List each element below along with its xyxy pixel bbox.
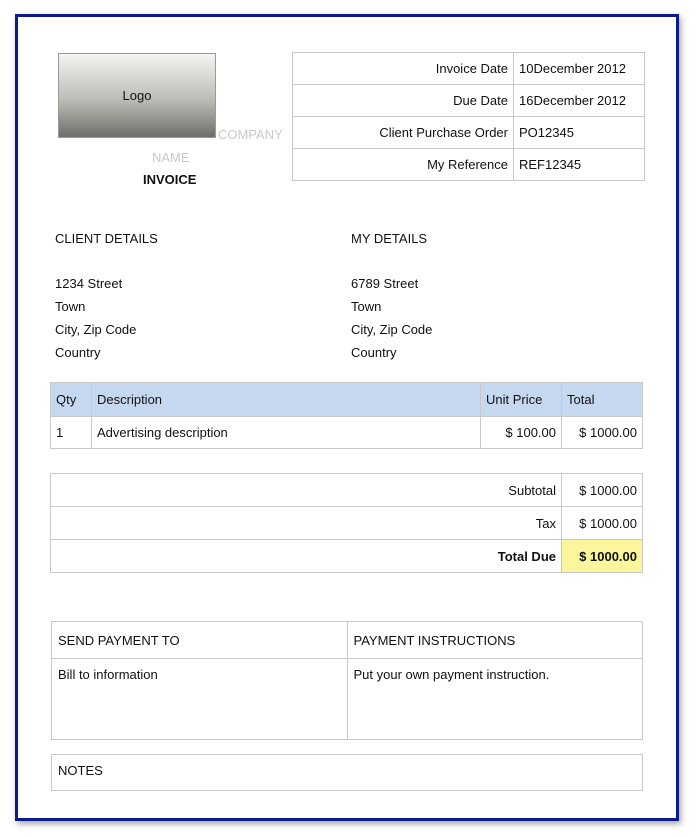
- client-address: 1234 Street Town City, Zip Code Country: [55, 272, 136, 364]
- client-address-line: City, Zip Code: [55, 322, 137, 337]
- send-payment-heading: SEND PAYMENT TO: [51, 621, 348, 659]
- logo-label: Logo: [122, 88, 152, 103]
- meta-row-my-reference: My Reference REF12345: [292, 148, 645, 181]
- meta-label: My Reference: [292, 148, 514, 181]
- subtotal-value: $ 1000.00: [561, 473, 643, 507]
- my-address: 6789 Street Town City, Zip Code Country: [351, 272, 432, 364]
- meta-row-invoice-date: Invoice Date 10December 2012: [292, 52, 645, 85]
- meta-value: REF12345: [513, 148, 645, 181]
- name-placeholder: NAME: [152, 150, 190, 165]
- payment-instructions-body: Put your own payment instruction.: [346, 658, 643, 740]
- tax-row: Tax $ 1000.00: [50, 506, 643, 540]
- tax-value: $ 1000.00: [561, 506, 643, 540]
- subtotal-row: Subtotal $ 1000.00: [50, 473, 643, 507]
- meta-value: 10December 2012: [513, 52, 645, 85]
- column-header-description: Description: [91, 382, 481, 417]
- my-address-line: 6789 Street: [351, 276, 419, 291]
- total-due-label: Total Due: [50, 539, 562, 573]
- company-logo: Logo: [58, 53, 216, 138]
- totals-table: Subtotal $ 1000.00 Tax $ 1000.00 Total D…: [50, 473, 643, 573]
- meta-label: Invoice Date: [292, 52, 514, 85]
- item-description: Advertising description: [91, 416, 481, 449]
- item-unit-price: $ 100.00: [480, 416, 562, 449]
- meta-label: Client Purchase Order: [292, 116, 514, 149]
- column-header-qty: Qty: [50, 382, 92, 417]
- client-details-heading: CLIENT DETAILS: [55, 231, 158, 246]
- meta-row-client-po: Client Purchase Order PO12345: [292, 116, 645, 149]
- my-address-line: City, Zip Code: [351, 322, 433, 337]
- column-header-total: Total: [561, 382, 643, 417]
- payment-header-row: SEND PAYMENT TO PAYMENT INSTRUCTIONS: [51, 621, 643, 659]
- meta-value: 16December 2012: [513, 84, 645, 117]
- client-address-line: Country: [55, 345, 101, 360]
- tax-label: Tax: [50, 506, 562, 540]
- meta-label: Due Date: [292, 84, 514, 117]
- invoice-meta-table: Invoice Date 10December 2012 Due Date 16…: [292, 52, 645, 181]
- item-qty: 1: [50, 416, 92, 449]
- column-header-unit-price: Unit Price: [480, 382, 562, 417]
- total-due-value: $ 1000.00: [561, 539, 643, 573]
- payment-body-row: Bill to information Put your own payment…: [51, 658, 643, 740]
- line-items-table: Qty Description Unit Price Total 1 Adver…: [50, 382, 643, 449]
- client-address-line: Town: [55, 299, 86, 314]
- my-address-line: Town: [351, 299, 382, 314]
- send-payment-body: Bill to information: [51, 658, 348, 740]
- payment-table: SEND PAYMENT TO PAYMENT INSTRUCTIONS Bil…: [51, 621, 643, 740]
- line-items-header-row: Qty Description Unit Price Total: [50, 382, 643, 417]
- my-details-heading: MY DETAILS: [351, 231, 428, 246]
- payment-instructions-heading: PAYMENT INSTRUCTIONS: [346, 621, 643, 659]
- total-due-row: Total Due $ 1000.00: [50, 539, 643, 573]
- my-address-line: Country: [351, 345, 397, 360]
- meta-value: PO12345: [513, 116, 645, 149]
- meta-row-due-date: Due Date 16December 2012: [292, 84, 645, 117]
- notes-box: NOTES: [51, 754, 643, 791]
- table-row: 1 Advertising description $ 100.00 $ 100…: [50, 416, 643, 449]
- invoice-title: INVOICE: [143, 172, 197, 187]
- subtotal-label: Subtotal: [50, 473, 562, 507]
- company-placeholder: COMPANY: [218, 127, 283, 142]
- item-total: $ 1000.00: [561, 416, 643, 449]
- notes-heading: NOTES: [58, 763, 103, 778]
- client-address-line: 1234 Street: [55, 276, 123, 291]
